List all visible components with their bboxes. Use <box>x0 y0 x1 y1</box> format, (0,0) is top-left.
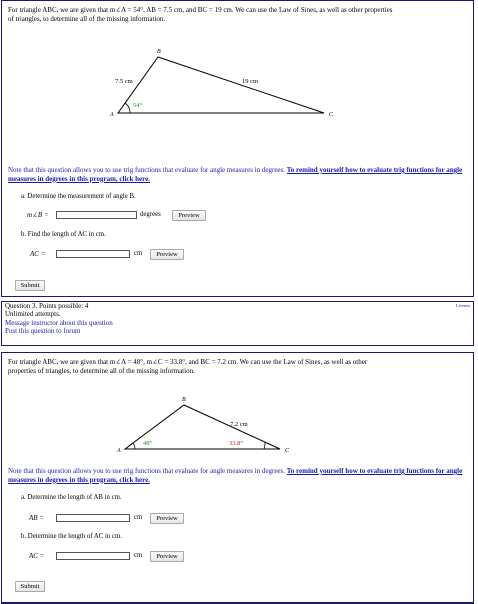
part-b-answer-input[interactable] <box>56 552 130 560</box>
angle-a-arc <box>124 102 131 114</box>
vertex-b-label: B <box>157 49 161 55</box>
part-a-answer-input[interactable] <box>56 211 137 219</box>
trig-note: Note that this question allows you to us… <box>8 166 470 183</box>
part-a-variable: AB = <box>29 514 45 522</box>
part-a-unit: cm <box>134 514 143 521</box>
message-instructor-link[interactable]: Message instructor about this question <box>5 319 113 327</box>
side-ab-label: 7.5 cm <box>115 78 133 85</box>
attempts-info: Unlimited attempts. <box>5 310 61 318</box>
side-bc-label: 19 cm <box>242 78 258 85</box>
part-b-variable: AC = <box>30 250 46 258</box>
part-a-label: a. Determine the measurement of angle B. <box>21 193 136 200</box>
part-a-preview-button[interactable]: Preview <box>172 210 206 221</box>
license-link[interactable]: License <box>456 303 470 308</box>
post-to-forum-link[interactable]: Post this question to forum <box>5 327 80 335</box>
part-b-variable: AC = <box>29 552 45 560</box>
question-3-info-panel: Question 3. Points possible: 4 Unlimited… <box>1 301 474 346</box>
note-text: Note that this question allows you to us… <box>8 166 286 174</box>
part-b-unit: cm <box>134 250 143 257</box>
trig-note: Note that this question allows you to us… <box>8 467 470 484</box>
part-b-preview-button[interactable]: Preview <box>150 551 184 562</box>
question-2-panel: For triangle ABC, we are given that m∠A … <box>1 0 474 297</box>
part-a-label: a. Determine the length of AB in cm. <box>21 494 122 501</box>
side-bc-label: 7.2 cm <box>230 421 248 428</box>
points-possible: Question 3. Points possible: 4 <box>5 302 89 310</box>
part-b-preview-button[interactable]: Preview <box>150 249 184 260</box>
angle-a-label: 48° <box>143 440 153 447</box>
angle-a-arc <box>132 442 136 450</box>
vertex-c-label: C <box>285 448 290 454</box>
vertex-c-label: C <box>329 112 334 118</box>
angle-c-arc <box>263 441 266 450</box>
part-a-answer-input[interactable] <box>56 514 130 522</box>
triangle-diagram: B A C 7.2 cm 48° 33.8° <box>116 397 290 454</box>
vertex-a-label: A <box>116 448 121 454</box>
part-a-unit: degrees <box>140 211 161 218</box>
submit-button[interactable]: Submit <box>15 581 45 592</box>
part-b-label: b. Determine the length of AC in cm. <box>21 533 122 540</box>
triangle-shape <box>117 56 325 114</box>
angle-c-label: 33.8° <box>229 440 243 447</box>
part-a-preview-button[interactable]: Preview <box>150 513 184 524</box>
note-text: Note that this question allows you to us… <box>8 467 286 475</box>
triangle-diagram: B A C 7.5 cm 19 cm 54° <box>109 49 334 118</box>
submit-button[interactable]: Submit <box>15 280 45 291</box>
vertex-a-label: A <box>109 112 114 118</box>
question-3-panel: For triangle ABC, we are given that m∠A … <box>1 352 474 604</box>
part-b-label: b. Find the length of AC in cm. <box>21 231 106 238</box>
part-a-variable: m∠B = <box>27 211 49 219</box>
vertex-b-label: B <box>182 397 186 403</box>
part-b-unit: cm <box>134 552 143 559</box>
angle-a-label: 54° <box>133 102 143 109</box>
part-b-answer-input[interactable] <box>56 250 130 258</box>
